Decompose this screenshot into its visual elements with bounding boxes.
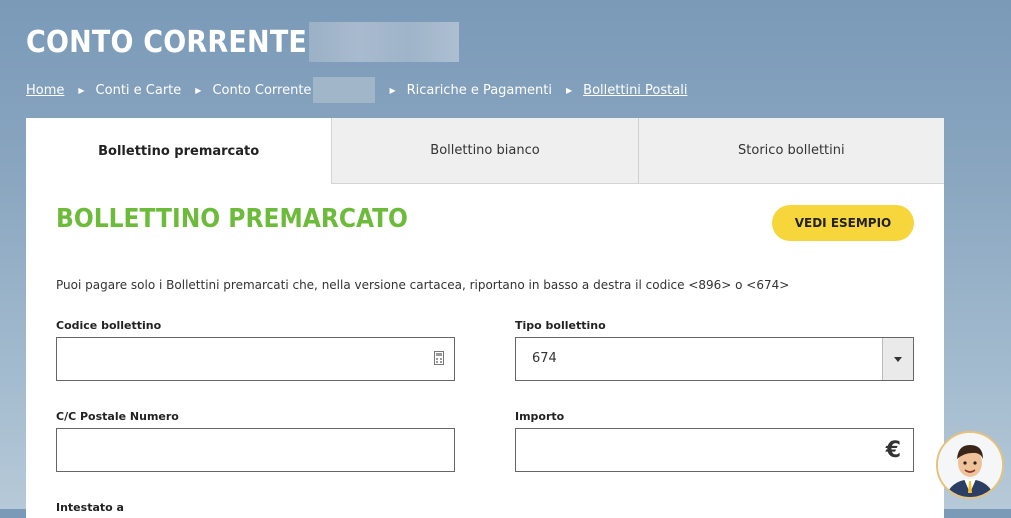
page-header: CONTO CORRENTE: [26, 22, 460, 62]
tab-bollettino-premarcato[interactable]: Bollettino premarcato: [26, 118, 332, 184]
tab-bar: Bollettino premarcato Bollettino bianco …: [26, 118, 944, 184]
codice-bollettino-field: [56, 337, 455, 381]
dropdown-toggle-button[interactable]: [882, 338, 913, 380]
breadcrumb-conti-e-carte[interactable]: Conti e Carte: [96, 83, 182, 98]
breadcrumb-bollettini-postali[interactable]: Bollettini Postali: [583, 83, 687, 98]
vedi-esempio-button[interactable]: VEDI ESEMPIO: [772, 205, 914, 241]
tipo-bollettino-value: 674: [532, 351, 557, 366]
redacted-account-number: [309, 22, 460, 62]
breadcrumb-home[interactable]: Home: [26, 83, 64, 98]
page-title: CONTO CORRENTE: [26, 24, 308, 60]
breadcrumb: Home ▶ Conti e Carte ▶ Conto Corrente ▶ …: [26, 77, 687, 103]
tab-bollettino-bianco[interactable]: Bollettino bianco: [331, 118, 638, 184]
assistant-avatar-icon[interactable]: [936, 431, 1004, 499]
intestato-label: Intestato a: [56, 501, 124, 514]
codice-bollettino-input[interactable]: [57, 338, 454, 380]
tipo-bollettino-label: Tipo bollettino: [515, 319, 606, 332]
cc-postale-input[interactable]: [57, 429, 454, 471]
importo-field: €: [515, 428, 914, 472]
intro-text: Puoi pagare solo i Bollettini premarcati…: [56, 278, 790, 292]
importo-input[interactable]: [516, 429, 913, 471]
chevron-right-icon: ▶: [389, 85, 396, 95]
codice-bollettino-label: Codice bollettino: [56, 319, 162, 332]
assistant-avatar-graphic: [938, 433, 1002, 497]
payment-card: Bollettino premarcato Bollettino bianco …: [26, 118, 944, 518]
chevron-right-icon: ▶: [78, 85, 85, 95]
tab-storico-bollettini[interactable]: Storico bollettini: [637, 118, 944, 184]
cc-postale-label: C/C Postale Numero: [56, 410, 179, 423]
euro-icon: €: [885, 438, 901, 463]
chevron-right-icon: ▶: [195, 85, 202, 95]
cc-postale-field: [56, 428, 455, 472]
redacted-breadcrumb-account: [313, 77, 376, 103]
breadcrumb-conto-corrente[interactable]: Conto Corrente: [212, 83, 311, 98]
section-title: BOLLETTINO PREMARCATO: [56, 204, 408, 234]
importo-label: Importo: [515, 410, 565, 423]
breadcrumb-ricariche-pagamenti[interactable]: Ricariche e Pagamenti: [407, 83, 552, 98]
chevron-right-icon: ▶: [566, 85, 573, 95]
tipo-bollettino-select[interactable]: 674: [515, 337, 914, 381]
calculator-icon[interactable]: [434, 351, 444, 365]
dropdown-caret-icon: [894, 356, 902, 362]
